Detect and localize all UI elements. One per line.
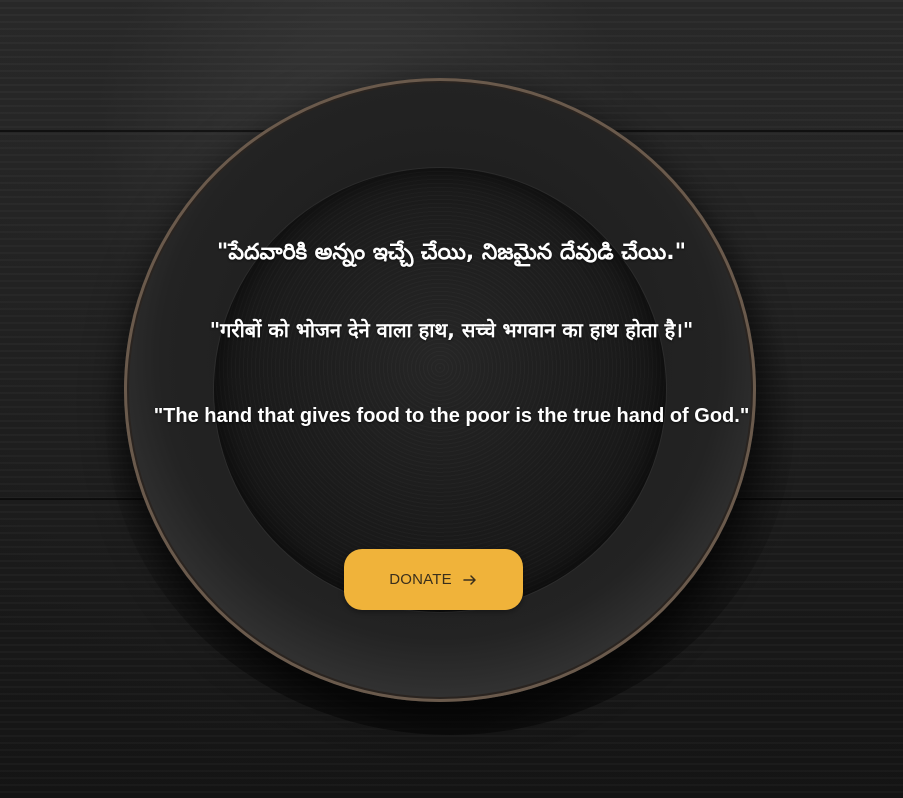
hero-section: "పేదవారికి అన్నం ఇచ్చే చేయి, నిజమైన దేవు… (0, 0, 903, 798)
plate-center (214, 168, 666, 612)
quote-telugu: "పేదవారికి అన్నం ఇచ్చే చేయి, నిజమైన దేవు… (216, 240, 687, 265)
quote-hindi: "गरीबों को भोजन देने वाला हाथ, सच्चे भगव… (209, 318, 694, 342)
donate-button[interactable]: DONATE (344, 549, 523, 610)
donate-button-label: DONATE (389, 571, 452, 588)
arrow-right-icon (462, 572, 478, 588)
quote-english: "The hand that gives food to the poor is… (153, 405, 750, 427)
